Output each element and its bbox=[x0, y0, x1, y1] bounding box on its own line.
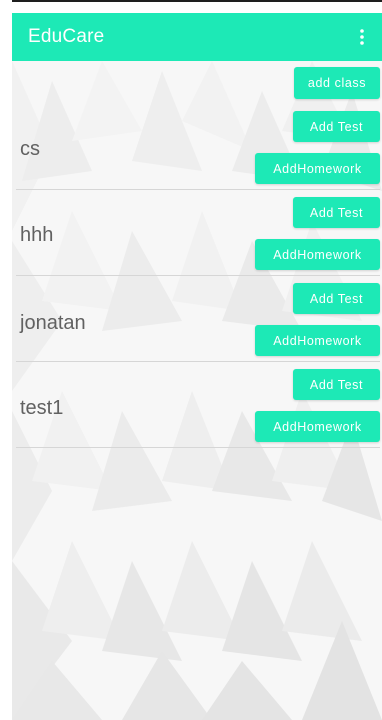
add-test-button[interactable]: Add Test bbox=[293, 111, 380, 142]
row-divider bbox=[16, 189, 380, 190]
row-divider bbox=[16, 447, 380, 448]
add-homework-button[interactable]: AddHomework bbox=[255, 325, 380, 356]
class-name[interactable]: jonatan bbox=[20, 312, 86, 335]
app-title: EduCare bbox=[28, 26, 105, 47]
class-row-test1: Add Test test1 AddHomework bbox=[12, 369, 382, 448]
row-divider bbox=[16, 275, 380, 276]
status-bar bbox=[12, 0, 382, 13]
class-row-hhh: Add Test hhh AddHomework bbox=[12, 197, 382, 276]
add-homework-button[interactable]: AddHomework bbox=[255, 153, 380, 184]
add-class-button[interactable]: add class bbox=[294, 67, 380, 99]
class-name[interactable]: cs bbox=[20, 138, 40, 161]
add-test-button[interactable]: Add Test bbox=[293, 369, 380, 400]
class-list: add class Add Test cs AddHomework Add Te… bbox=[12, 61, 382, 720]
app-screen: EduCare add class Add Test cs AddHomewor… bbox=[0, 0, 382, 720]
class-name[interactable]: hhh bbox=[20, 224, 53, 247]
add-test-button[interactable]: Add Test bbox=[293, 283, 380, 314]
row-divider bbox=[16, 361, 380, 362]
class-name[interactable]: test1 bbox=[20, 397, 63, 420]
add-homework-button[interactable]: AddHomework bbox=[255, 239, 380, 270]
class-row-cs: Add Test cs AddHomework bbox=[12, 111, 382, 190]
class-row-jonatan: Add Test jonatan AddHomework bbox=[12, 283, 382, 362]
add-homework-button[interactable]: AddHomework bbox=[255, 411, 380, 442]
add-test-button[interactable]: Add Test bbox=[293, 197, 380, 228]
more-vert-icon[interactable] bbox=[354, 25, 370, 49]
app-bar: EduCare bbox=[12, 13, 382, 61]
